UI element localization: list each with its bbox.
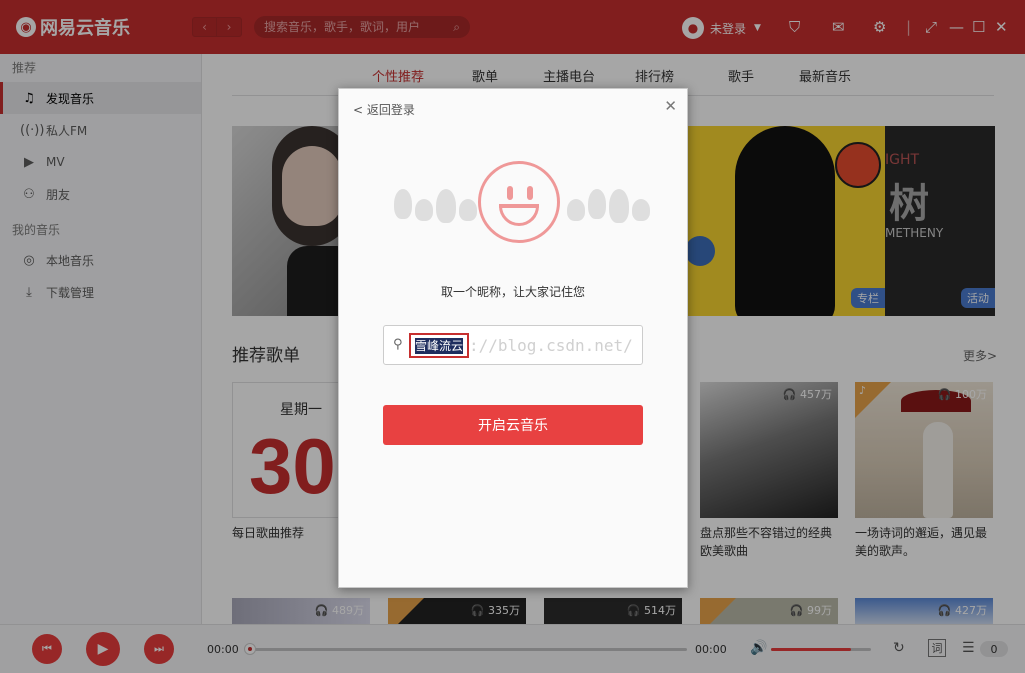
tree [394,189,412,219]
tree [415,199,433,221]
decorative-trees-right [567,189,650,223]
nickname-value-highlight[interactable]: 雪峰流云 [409,333,470,358]
tree [567,199,585,221]
watermark-text: ://blog.csdn.net/ [469,336,633,355]
smiley-eye [507,186,513,200]
decorative-trees-left [394,189,477,223]
smiley-eye [527,186,533,200]
tree [459,199,477,221]
tree [632,199,650,221]
nickname-dialog: < 返回登录 ✕ 取一个昵称，让大家记住您 ⚲ 雪峰流云 ://blog.csd… [338,88,688,588]
close-icon[interactable]: ✕ [664,97,677,115]
back-to-login-link[interactable]: < 返回登录 [353,101,415,118]
nickname-field[interactable]: ⚲ 雪峰流云 ://blog.csdn.net/ [383,325,643,365]
tree [436,189,456,223]
smiley-mouth [499,204,539,226]
nickname-value: 雪峰流云 [415,338,464,354]
nickname-prompt: 取一个昵称，让大家记住您 [440,285,585,299]
start-cloud-music-button[interactable]: 开启云音乐 [383,405,643,445]
tree [588,189,606,219]
smiley-face-icon [478,161,560,243]
user-icon: ⚲ [393,337,403,352]
tree [609,189,629,223]
